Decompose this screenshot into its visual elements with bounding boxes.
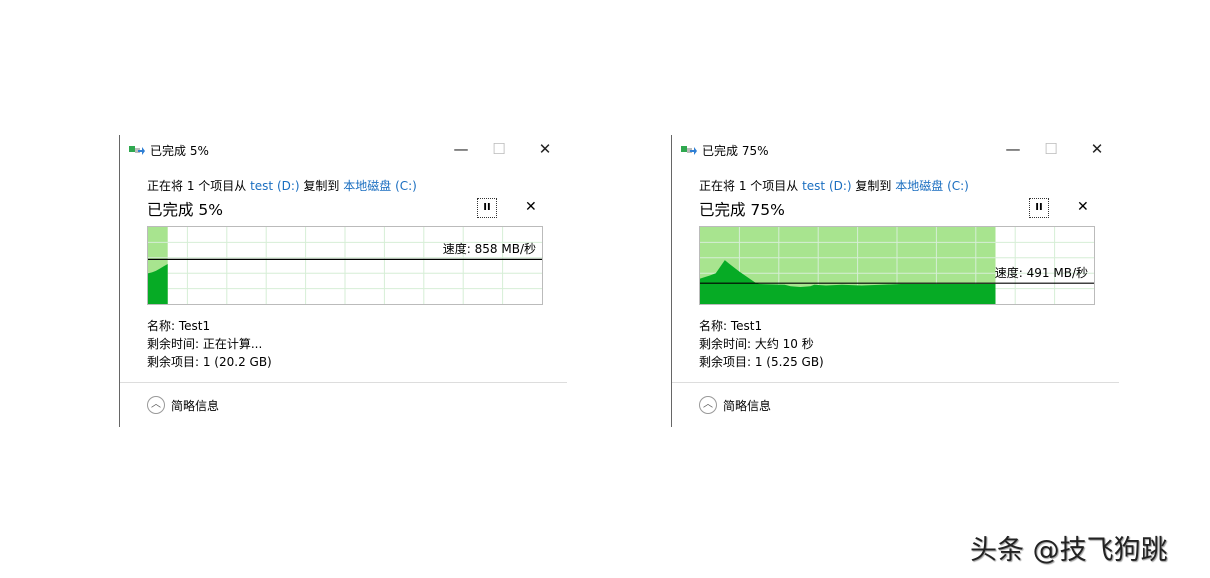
window-title: 已完成 5% — [150, 142, 209, 159]
item-name: 名称: Test1 — [147, 317, 210, 334]
pause-button[interactable]: II — [477, 198, 497, 218]
close-button[interactable]: ✕ — [530, 139, 560, 159]
source-link[interactable]: test (D:) — [250, 179, 300, 193]
fewer-details-label: 简略信息 — [171, 397, 219, 414]
speed-graph: 速度: 858 MB/秒 — [147, 226, 543, 305]
time-remaining: 剩余时间: 大约 10 秒 — [699, 335, 814, 352]
copy-description: 正在将 1 个项目从 test (D:) 复制到 本地磁盘 (C:) — [147, 177, 417, 194]
desc-text: 复制到 — [852, 179, 896, 193]
speed-label: 速度: 858 MB/秒 — [443, 240, 536, 257]
item-name: 名称: Test1 — [699, 317, 762, 334]
title-bar: 已完成 75% — ☐ ✕ — [672, 135, 1120, 163]
chevron-up-icon: ︿ — [147, 396, 165, 414]
cancel-button[interactable]: ✕ — [525, 199, 537, 215]
pause-button[interactable]: II — [1029, 198, 1049, 218]
divider — [120, 382, 567, 383]
fewer-details-button[interactable]: ︿ 简略信息 — [147, 396, 219, 414]
desc-text: 正在将 1 个项目从 — [147, 179, 250, 193]
destination-link[interactable]: 本地磁盘 (C:) — [895, 179, 969, 193]
percent-complete: 已完成 75% — [699, 198, 785, 220]
items-remaining: 剩余项目: 1 (5.25 GB) — [699, 353, 824, 370]
copy-description: 正在将 1 个项目从 test (D:) 复制到 本地磁盘 (C:) — [699, 177, 969, 194]
minimize-button[interactable]: — — [446, 139, 476, 159]
minimize-button[interactable]: — — [998, 139, 1028, 159]
desc-text: 正在将 1 个项目从 — [699, 179, 802, 193]
fewer-details-label: 简略信息 — [723, 397, 771, 414]
close-button[interactable]: ✕ — [1082, 139, 1112, 159]
cancel-button[interactable]: ✕ — [1077, 199, 1089, 215]
source-link[interactable]: test (D:) — [802, 179, 852, 193]
destination-link[interactable]: 本地磁盘 (C:) — [343, 179, 417, 193]
speed-label: 速度: 491 MB/秒 — [995, 264, 1088, 281]
chevron-up-icon: ︿ — [699, 396, 717, 414]
watermark: 头条 @技飞狗跳 — [970, 528, 1168, 567]
speed-graph-svg — [148, 227, 542, 304]
maximize-button[interactable]: ☐ — [484, 139, 514, 159]
percent-complete: 已完成 5% — [147, 198, 223, 220]
items-remaining: 剩余项目: 1 (20.2 GB) — [147, 353, 272, 370]
file-copy-icon — [681, 144, 697, 156]
copy-progress-dialog: 已完成 75% — ☐ ✕ 正在将 1 个项目从 test (D:) 复制到 本… — [671, 135, 1120, 427]
time-remaining: 剩余时间: 正在计算... — [147, 335, 262, 352]
title-bar: 已完成 5% — ☐ ✕ — [120, 135, 568, 163]
divider — [672, 382, 1119, 383]
window-title: 已完成 75% — [702, 142, 769, 159]
copy-progress-dialog: 已完成 5% — ☐ ✕ 正在将 1 个项目从 test (D:) 复制到 本地… — [119, 135, 568, 427]
speed-graph: 速度: 491 MB/秒 — [699, 226, 1095, 305]
fewer-details-button[interactable]: ︿ 简略信息 — [699, 396, 771, 414]
maximize-button[interactable]: ☐ — [1036, 139, 1066, 159]
desc-text: 复制到 — [300, 179, 344, 193]
file-copy-icon — [129, 144, 145, 156]
